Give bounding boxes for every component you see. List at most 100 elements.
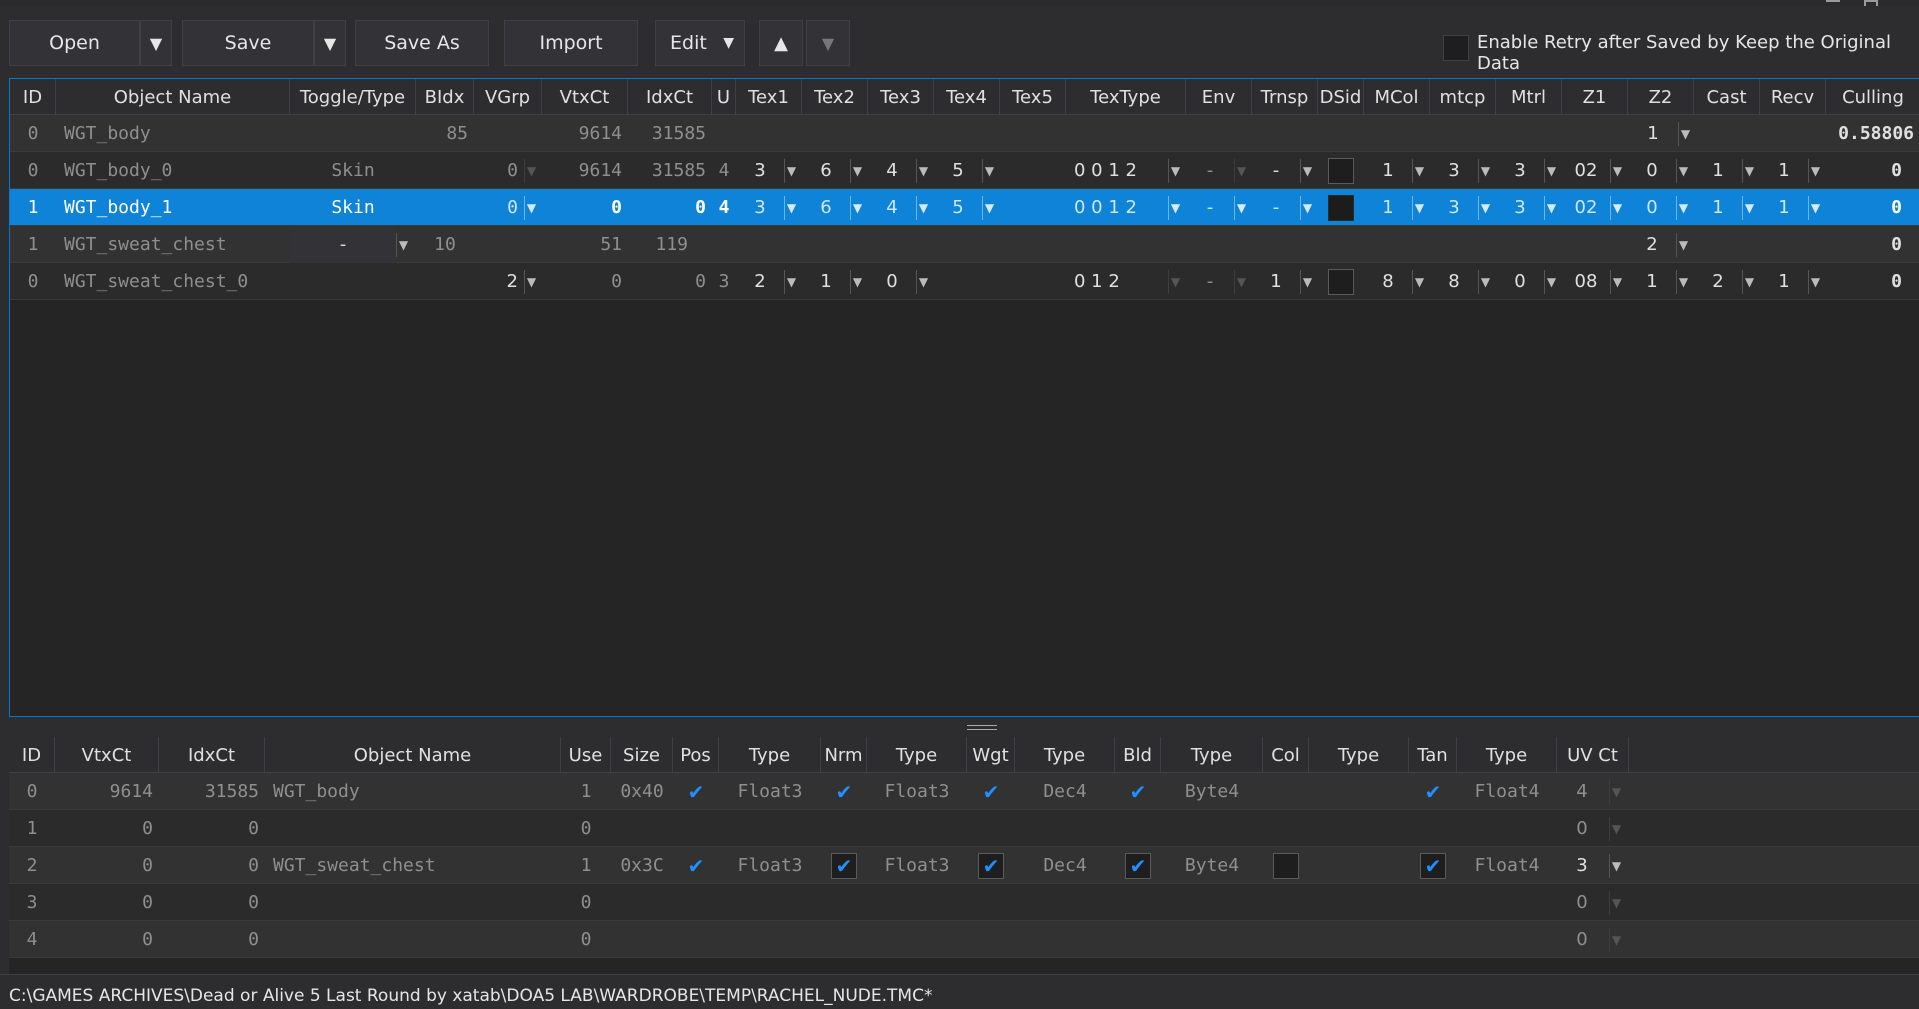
cell-mtrl[interactable]: 3: [1496, 189, 1544, 226]
col-z2[interactable]: Z2: [1628, 79, 1694, 115]
recv-dropdown-icon[interactable]: ▼: [1808, 270, 1822, 294]
cell-tex3[interactable]: 4: [868, 152, 916, 189]
col-vtxct[interactable]: VtxCt: [542, 79, 628, 115]
col-idxct[interactable]: IdxCt: [159, 737, 265, 773]
cell-mcol[interactable]: 8: [1364, 263, 1412, 300]
col-culling[interactable]: Culling: [1826, 79, 1919, 115]
import-button[interactable]: Import: [504, 20, 638, 66]
cell-vgrp[interactable]: 0: [474, 152, 524, 189]
uv-dropdown-icon[interactable]: ▼: [1609, 780, 1623, 804]
cell-tex1[interactable]: 2: [736, 263, 784, 300]
save-dropdown-button[interactable]: ▼: [314, 20, 346, 66]
tex4-dropdown-icon[interactable]: ▼: [982, 159, 996, 183]
textype-dropdown-icon[interactable]: ▼: [1168, 270, 1182, 294]
save-button[interactable]: Save: [182, 20, 314, 66]
z2-dropdown-icon[interactable]: ▼: [1676, 233, 1690, 257]
cell-mtrl[interactable]: 3: [1496, 152, 1544, 189]
col-mcol[interactable]: MCol: [1364, 79, 1430, 115]
cell-z2[interactable]: 2: [1628, 226, 1676, 263]
cast-dropdown-icon[interactable]: ▼: [1742, 270, 1756, 294]
tan-checkbox[interactable]: ✔: [1420, 853, 1446, 879]
col-id[interactable]: ID: [10, 79, 56, 115]
mtrl-dropdown-icon[interactable]: ▼: [1544, 159, 1558, 183]
cell-textype[interactable]: 0 1 2: [1066, 263, 1166, 300]
z2-dropdown-icon[interactable]: ▼: [1676, 270, 1690, 294]
cell-z1[interactable]: 02: [1562, 152, 1610, 189]
table-row[interactable]: 0 9614 31585 WGT_body 1 0x40 ✔ Float3 ✔ …: [9, 773, 1919, 810]
col-tex1[interactable]: Tex1: [736, 79, 802, 115]
mtcp-dropdown-icon[interactable]: ▼: [1478, 159, 1492, 183]
cell-trnsp[interactable]: -: [1252, 152, 1300, 189]
cell-trnsp[interactable]: 1: [1252, 263, 1300, 300]
bld-checkbox[interactable]: ✔: [1125, 853, 1151, 879]
trnsp-dropdown-icon[interactable]: ▼: [1300, 270, 1314, 294]
cell-recv[interactable]: 1: [1760, 152, 1808, 189]
z2-dropdown-icon[interactable]: ▼: [1676, 159, 1690, 183]
tex3-dropdown-icon[interactable]: ▼: [916, 196, 930, 220]
table-row[interactable]: 0 WGT_body 85 9614 31585 1 ▼ 0.58806: [10, 115, 1919, 152]
col-tex4[interactable]: Tex4: [934, 79, 1000, 115]
tex1-dropdown-icon[interactable]: ▼: [784, 270, 798, 294]
uv-dropdown-icon[interactable]: ▼: [1609, 891, 1623, 915]
z2-dropdown-icon[interactable]: ▼: [1678, 122, 1692, 146]
recv-dropdown-icon[interactable]: ▼: [1808, 196, 1822, 220]
cell-uv-ct[interactable]: 0: [1557, 921, 1607, 958]
col-bld-type[interactable]: Type: [1161, 737, 1263, 773]
cell-uv-ct[interactable]: 0: [1557, 884, 1607, 921]
edit-button[interactable]: Edit ▼: [655, 20, 745, 66]
recv-dropdown-icon[interactable]: ▼: [1808, 159, 1822, 183]
cell-toggle[interactable]: -: [290, 226, 396, 263]
col-z1[interactable]: Z1: [1562, 79, 1628, 115]
cell-tex2[interactable]: 1: [802, 263, 850, 300]
cell-tex2[interactable]: 6: [802, 189, 850, 226]
cell-z2[interactable]: 1: [1628, 115, 1678, 152]
table-row-selected[interactable]: 1 WGT_body_1 Skin 0 ▼ 0 0 4 3 ▼ 6 ▼ 4 ▼ …: [10, 189, 1919, 226]
table-row[interactable]: 1 WGT_sweat_chest - ▼ 10 51 119 2 ▼ 0: [10, 226, 1919, 263]
cell-mtrl[interactable]: 0: [1496, 263, 1544, 300]
vgrp-dropdown-icon[interactable]: ▼: [524, 159, 538, 183]
col-wgt[interactable]: Wgt: [967, 737, 1015, 773]
nrm-checkbox[interactable]: ✔: [831, 853, 857, 879]
z1-dropdown-icon[interactable]: ▼: [1610, 159, 1624, 183]
col-vgrp[interactable]: VGrp: [474, 79, 542, 115]
cell-trnsp[interactable]: -: [1252, 189, 1300, 226]
col-u[interactable]: U: [712, 79, 736, 115]
cell-recv[interactable]: 1: [1760, 263, 1808, 300]
cell-uv-ct[interactable]: 0: [1557, 810, 1607, 847]
col-tan[interactable]: Tan: [1409, 737, 1457, 773]
cell-tex4[interactable]: 5: [934, 189, 982, 226]
env-dropdown-icon[interactable]: ▼: [1234, 159, 1248, 183]
col-nrm-type[interactable]: Type: [867, 737, 967, 773]
mtcp-dropdown-icon[interactable]: ▼: [1478, 196, 1492, 220]
mtrl-dropdown-icon[interactable]: ▼: [1544, 196, 1558, 220]
uv-dropdown-icon[interactable]: ▼: [1609, 817, 1623, 841]
open-dropdown-button[interactable]: ▼: [140, 20, 172, 66]
col-uv-ct[interactable]: UV Ct: [1557, 737, 1629, 773]
col-pos-type[interactable]: Type: [719, 737, 821, 773]
col-trnsp[interactable]: Trnsp: [1252, 79, 1318, 115]
cell-z2[interactable]: 1: [1628, 263, 1676, 300]
table-row[interactable]: 4 0 0 0 0 ▼: [9, 921, 1919, 958]
col-textype[interactable]: TexType: [1066, 79, 1186, 115]
col-col-type[interactable]: Type: [1309, 737, 1409, 773]
cell-tex1[interactable]: 3: [736, 189, 784, 226]
tex3-dropdown-icon[interactable]: ▼: [916, 159, 930, 183]
cell-cast[interactable]: 1: [1694, 189, 1742, 226]
cell-tex2[interactable]: 6: [802, 152, 850, 189]
cell-mtcp[interactable]: 3: [1430, 189, 1478, 226]
move-up-button[interactable]: ▲: [759, 20, 803, 66]
col-nrm[interactable]: Nrm: [821, 737, 867, 773]
cell-env[interactable]: -: [1186, 263, 1234, 300]
col-env[interactable]: Env: [1186, 79, 1252, 115]
move-down-button[interactable]: ▼: [806, 20, 850, 66]
z2-dropdown-icon[interactable]: ▼: [1676, 196, 1690, 220]
mcol-dropdown-icon[interactable]: ▼: [1412, 159, 1426, 183]
col-toggle-type[interactable]: Toggle/Type: [290, 79, 416, 115]
dsid-checkbox[interactable]: [1328, 195, 1354, 221]
cell-mtcp[interactable]: 8: [1430, 263, 1478, 300]
uv-dropdown-icon[interactable]: ▼: [1609, 928, 1623, 952]
cell-vgrp[interactable]: 2: [474, 263, 524, 300]
col-cast[interactable]: Cast: [1694, 79, 1760, 115]
table-row[interactable]: 0 WGT_body_0 Skin 0 ▼ 9614 31585 4 3 ▼ 6…: [10, 152, 1919, 189]
col-dsid[interactable]: DSid: [1318, 79, 1364, 115]
